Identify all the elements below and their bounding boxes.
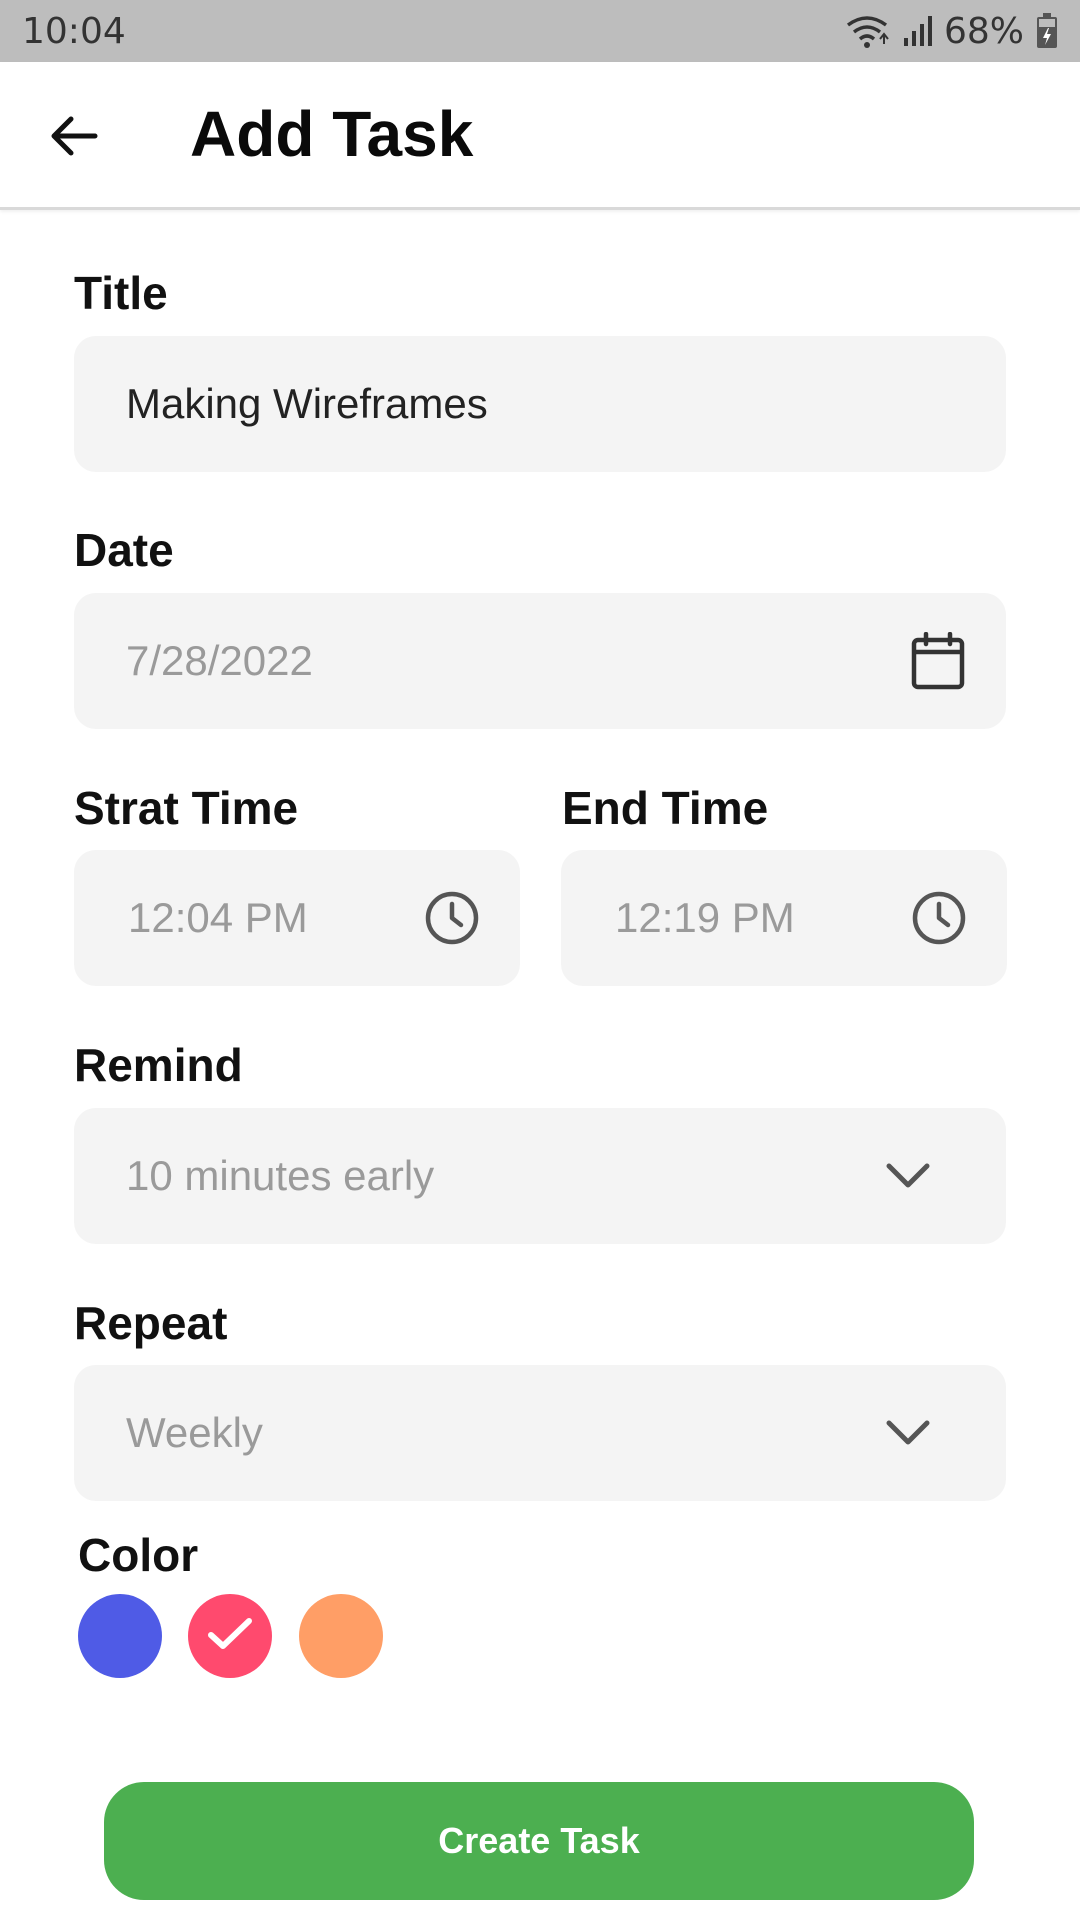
status-bar: 10:04 68% bbox=[0, 0, 1080, 62]
arrow-left-icon bbox=[49, 114, 99, 163]
remind-dropdown[interactable]: 10 minutes early bbox=[74, 1108, 1006, 1244]
wifi-icon bbox=[844, 13, 890, 49]
signal-icon bbox=[902, 14, 932, 48]
color-option-pink[interactable] bbox=[188, 1594, 272, 1678]
end-time-value: 12:19 PM bbox=[615, 894, 795, 941]
status-time: 10:04 bbox=[22, 10, 126, 52]
clock-icon[interactable] bbox=[422, 888, 482, 948]
color-label: Color bbox=[78, 1529, 199, 1581]
end-time-field[interactable]: 12:19 PM bbox=[561, 850, 1007, 986]
app-bar: Add Task bbox=[0, 62, 1080, 210]
status-icons: 68% bbox=[844, 11, 1058, 52]
battery-icon bbox=[1036, 13, 1058, 49]
repeat-dropdown[interactable]: Weekly bbox=[74, 1365, 1006, 1501]
chevron-down-icon bbox=[878, 1403, 938, 1463]
title-input-value: Making Wireframes bbox=[126, 380, 488, 427]
calendar-icon[interactable] bbox=[908, 631, 968, 691]
repeat-value: Weekly bbox=[126, 1409, 263, 1456]
start-time-label: Strat Time bbox=[74, 782, 299, 834]
date-value: 7/28/2022 bbox=[126, 637, 313, 684]
battery-percent: 68% bbox=[943, 10, 1024, 52]
start-time-value: 12:04 PM bbox=[128, 894, 308, 941]
create-task-button[interactable]: Create Task bbox=[104, 1782, 974, 1900]
page-title: Add Task bbox=[190, 98, 474, 170]
color-option-blue[interactable] bbox=[78, 1594, 162, 1678]
title-label: Title bbox=[74, 267, 168, 319]
date-label: Date bbox=[74, 524, 174, 576]
remind-label: Remind bbox=[74, 1039, 243, 1091]
start-time-field[interactable]: 12:04 PM bbox=[74, 850, 520, 986]
end-time-label: End Time bbox=[562, 782, 769, 834]
title-input[interactable]: Making Wireframes bbox=[74, 336, 1006, 472]
back-button[interactable] bbox=[38, 102, 110, 174]
remind-value: 10 minutes early bbox=[126, 1152, 435, 1199]
create-task-label: Create Task bbox=[438, 1820, 640, 1861]
color-option-orange[interactable] bbox=[299, 1594, 383, 1678]
date-field[interactable]: 7/28/2022 bbox=[74, 593, 1006, 729]
repeat-label: Repeat bbox=[74, 1297, 228, 1349]
check-icon bbox=[207, 1616, 253, 1657]
clock-icon[interactable] bbox=[909, 888, 969, 948]
chevron-down-icon bbox=[878, 1146, 938, 1206]
